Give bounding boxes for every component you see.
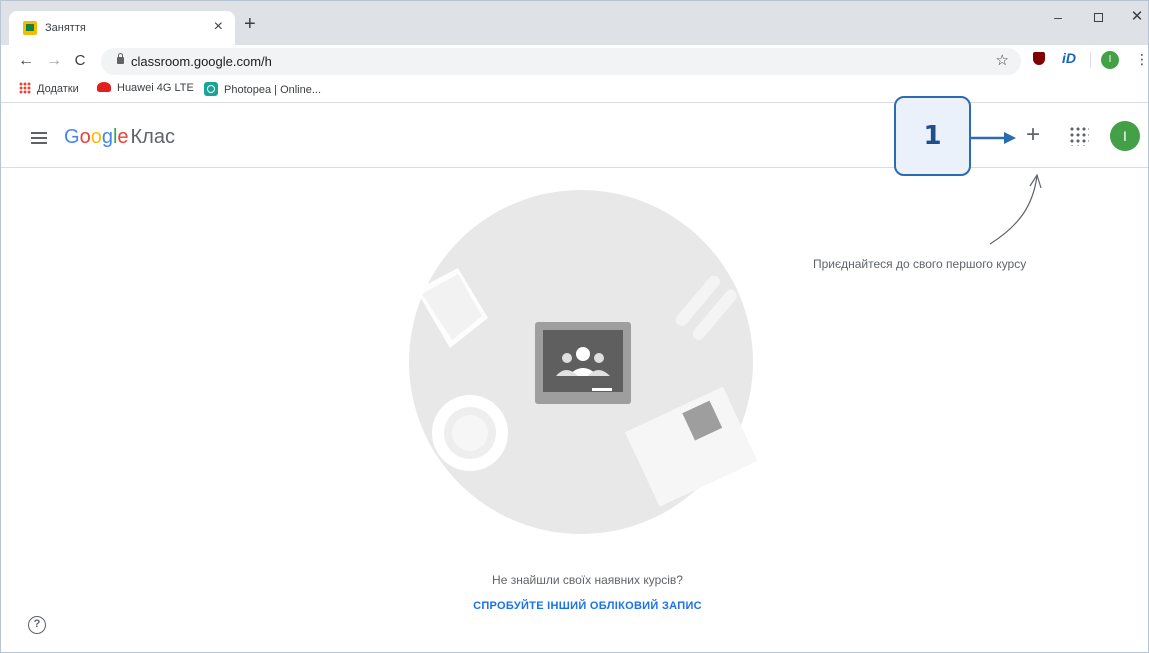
bookmark-label: Додатки bbox=[37, 83, 79, 95]
bookmark-huawei[interactable]: Huawei 4G LTE bbox=[97, 82, 194, 94]
address-bar[interactable]: classroom.google.com/h ☆ bbox=[101, 48, 1021, 75]
bookmarks-bar: Додатки Huawei 4G LTE Photopea | Online.… bbox=[1, 77, 1148, 103]
google-apps-icon[interactable] bbox=[1069, 126, 1089, 146]
logo-product-name: Клас bbox=[130, 126, 175, 148]
hint-arrow-icon bbox=[989, 173, 1042, 245]
photopea-icon bbox=[204, 82, 218, 96]
maximize-button[interactable] bbox=[1086, 7, 1110, 27]
classroom-favicon-icon bbox=[23, 21, 37, 35]
browser-profile-avatar[interactable]: I bbox=[1101, 51, 1119, 69]
bookmark-label: Huawei 4G LTE bbox=[117, 82, 194, 94]
extension-id-icon[interactable]: iD bbox=[1062, 50, 1076, 66]
account-avatar[interactable]: I bbox=[1110, 121, 1140, 151]
browser-toolbar: ← → C classroom.google.com/h ☆ bbox=[1, 45, 1148, 77]
bookmark-label: Photopea | Online... bbox=[224, 84, 322, 96]
apps-grid-icon bbox=[19, 82, 31, 94]
logo-letter: g bbox=[101, 126, 113, 148]
main-menu-button[interactable] bbox=[31, 132, 47, 144]
minimize-button[interactable]: – bbox=[1046, 7, 1070, 27]
logo-letter: o bbox=[79, 126, 91, 148]
create-join-class-button[interactable]: + bbox=[1019, 122, 1047, 150]
maximize-icon bbox=[1093, 13, 1103, 22]
browser-menu-icon[interactable]: ⋮ bbox=[1135, 49, 1149, 69]
empty-state-illustration bbox=[409, 190, 758, 534]
logo-letter: e bbox=[117, 126, 129, 148]
missing-classes-label: Не знайшли своїх наявних курсів? bbox=[492, 573, 683, 587]
callout-arrow-icon bbox=[971, 132, 1016, 144]
classroom-logo[interactable]: Google Клас bbox=[64, 126, 175, 149]
lock-icon[interactable] bbox=[117, 53, 124, 64]
reload-button[interactable]: C bbox=[69, 50, 91, 72]
missing-classes-text: Не знайшли своїх наявних курсів? bbox=[0, 573, 1149, 587]
hamburger-line bbox=[31, 142, 47, 144]
join-first-class-hint: Приєднайтеся до свого першого курсу bbox=[813, 257, 1027, 271]
try-another-account-link[interactable]: СПРОБУЙТЕ ІНШИЙ ОБЛІКОВИЙ ЗАПИС bbox=[473, 600, 702, 612]
logo-letter: G bbox=[64, 126, 80, 148]
bookmark-star-icon[interactable]: ☆ bbox=[996, 51, 1009, 69]
back-button[interactable]: ← bbox=[15, 50, 37, 72]
bookmark-apps[interactable]: Додатки bbox=[19, 82, 79, 95]
hamburger-line bbox=[31, 132, 47, 134]
tab-title: Заняття bbox=[45, 22, 86, 34]
try-another-account-wrap: СПРОБУЙТЕ ІНШИЙ ОБЛІКОВИЙ ЗАПИС bbox=[0, 600, 1149, 612]
close-window-button[interactable]: ✕ bbox=[1125, 7, 1149, 27]
tab-close-icon[interactable]: × bbox=[214, 18, 223, 36]
forward-button[interactable]: → bbox=[43, 50, 65, 72]
toolbar-divider bbox=[1090, 52, 1091, 68]
ublock-shield-icon[interactable] bbox=[1033, 52, 1045, 65]
help-icon[interactable]: ? bbox=[28, 616, 46, 634]
huawei-icon bbox=[97, 82, 111, 92]
bookmark-photopea[interactable]: Photopea | Online... bbox=[204, 82, 321, 96]
logo-letter: o bbox=[90, 126, 102, 148]
step-number-callout: 1 bbox=[894, 96, 971, 176]
tab-classroom[interactable]: Заняття × bbox=[9, 11, 235, 46]
new-tab-button[interactable]: + bbox=[244, 14, 256, 34]
hamburger-line bbox=[31, 137, 47, 139]
tab-strip: Заняття × + – ✕ bbox=[1, 1, 1149, 46]
url-text[interactable]: classroom.google.com/h bbox=[131, 54, 272, 69]
